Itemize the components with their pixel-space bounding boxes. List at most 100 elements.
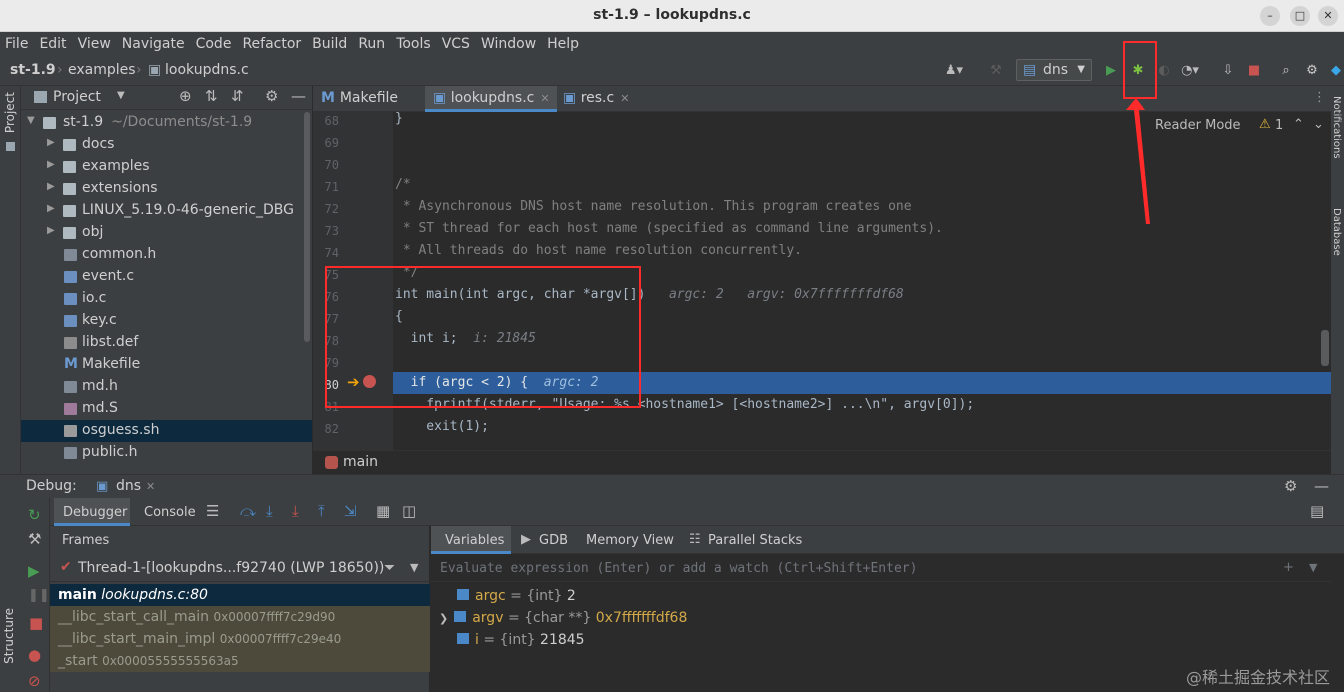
breadcrumb-file[interactable]: lookupdns.c (165, 62, 249, 78)
menu-refactor[interactable]: Refactor (242, 36, 301, 52)
tab-lookupdns-c[interactable]: ▣ lookupdns.c ✕ (425, 86, 557, 112)
tab-debugger[interactable]: Debugger (63, 505, 127, 520)
menu-code[interactable]: Code (196, 36, 232, 52)
search-icon[interactable]: ⌕ (1276, 61, 1296, 81)
tab-res-c[interactable]: ▣ res.c ✕ (563, 86, 643, 112)
code-line[interactable]: } (395, 108, 403, 130)
frame-row[interactable]: __libc_start_main_impl 0x00007ffff7c29e4… (50, 628, 430, 650)
layout-settings-icon[interactable]: ▤ (1310, 502, 1324, 520)
frame-row[interactable]: __libc_start_call_main 0x00007ffff7c29d9… (50, 606, 430, 628)
menu-vcs[interactable]: VCS (442, 36, 470, 52)
expand-all-icon[interactable]: ⇅ (205, 87, 218, 105)
evaluate-icon[interactable]: ▦ (376, 502, 390, 520)
breadcrumb-project[interactable]: st-1.9 (10, 62, 56, 78)
reader-mode-toggle[interactable]: Reader Mode (1155, 118, 1241, 133)
chevron-right-icon[interactable]: ❯ (439, 612, 448, 625)
tree-item-md-h[interactable]: md.h (21, 376, 312, 398)
thread-selector[interactable]: ✔ Thread-1-[lookupdns...f92740 (LWP 1865… (50, 556, 430, 582)
code-line[interactable]: * Asynchronous DNS host name resolution.… (395, 196, 912, 218)
menu-icon[interactable]: ☰ (206, 502, 219, 520)
step-into-icon[interactable]: ⤓ (266, 502, 273, 520)
menu-build[interactable]: Build (312, 36, 347, 52)
tree-item-event-c[interactable]: event.c (21, 266, 312, 288)
evaluate-expression-field[interactable]: Evaluate expression (Enter) or add a wat… (431, 556, 1331, 582)
notifications-tool-tab[interactable]: Notifications (1331, 96, 1342, 159)
profile-icon[interactable]: ◔▾ (1180, 61, 1200, 81)
tree-item-key-c[interactable]: key.c (21, 310, 312, 332)
chevron-down-icon[interactable]: ▼ (117, 90, 125, 101)
tree-item-makefile[interactable]: M Makefile (21, 354, 312, 376)
code-line[interactable]: * ST thread for each host name (specifie… (395, 218, 943, 240)
filter-icon[interactable]: ⏷ (384, 560, 395, 576)
menu-window[interactable]: Window (481, 36, 536, 52)
tree-item-common-h[interactable]: common.h (21, 244, 312, 266)
resume-icon[interactable]: ▶ (28, 562, 40, 580)
tab-gdb[interactable]: GDB (539, 533, 568, 548)
tree-item-public-h[interactable]: public.h (21, 442, 312, 464)
debug-session-tab[interactable]: dns (116, 478, 141, 494)
rerun-icon[interactable]: ↻ (28, 506, 41, 524)
tree-item-libst-def[interactable]: libst.def (21, 332, 312, 354)
stop-icon[interactable]: ■ (1244, 61, 1264, 81)
step-over-icon[interactable]: ⤼ (240, 502, 256, 520)
menu-run[interactable]: Run (358, 36, 385, 52)
code-line[interactable]: exit(1); (395, 416, 489, 438)
tree-root[interactable]: ▼ st-1.9 ~/Documents/st-1.9 (21, 112, 312, 134)
tab-console[interactable]: Console (144, 505, 196, 520)
tab-variables[interactable]: Variables (445, 533, 504, 548)
chevron-up-icon[interactable]: ⌃ (1293, 117, 1304, 132)
maximize-icon[interactable]: □ (1290, 6, 1310, 26)
variable-row[interactable]: argc = {int} 2 (439, 585, 576, 607)
editor-scrollbar[interactable] (1321, 330, 1329, 366)
tree-item-linux-dbg[interactable]: ▶ LINUX_5.19.0-46-generic_DBG (21, 200, 312, 222)
tree-item-examples[interactable]: ▶ examples (21, 156, 312, 178)
menu-tools[interactable]: Tools (396, 36, 431, 52)
database-tool-tab[interactable]: Database (1331, 208, 1342, 256)
step-out-icon[interactable]: ⤒ (318, 502, 325, 520)
function-breadcrumb[interactable]: main (343, 454, 378, 470)
hide-panel-icon[interactable]: — (291, 87, 306, 105)
force-step-into-icon[interactable]: ⤓ (292, 502, 299, 520)
project-panel-title[interactable]: Project (53, 89, 101, 105)
user-icon[interactable]: ♟▾ (944, 61, 964, 81)
tree-item-osguess-sh[interactable]: osguess.sh (21, 420, 312, 442)
structure-tool-tab[interactable]: Structure (2, 608, 16, 664)
run-icon[interactable]: ▶ (1101, 61, 1121, 81)
hide-panel-icon[interactable]: — (1314, 477, 1329, 495)
layout-icon[interactable]: ◫ (402, 502, 416, 520)
chevron-down-icon[interactable]: ▼ (1309, 561, 1317, 574)
menu-view[interactable]: View (78, 36, 111, 52)
menu-edit[interactable]: Edit (39, 36, 66, 52)
variable-row[interactable]: ❯ argv = {char **} 0x7fffffffdf68 (439, 607, 687, 629)
menu-help[interactable]: Help (547, 36, 579, 52)
view-breakpoints-icon[interactable]: ● (28, 646, 41, 664)
settings-gear-icon[interactable]: ⚙ (265, 87, 278, 105)
tree-item-md-s[interactable]: md.S (21, 398, 312, 420)
close-tab-icon[interactable]: ✕ (620, 92, 629, 105)
menu-navigate[interactable]: Navigate (122, 36, 185, 52)
menu-file[interactable]: File (5, 36, 28, 52)
plugin-icon[interactable]: ◆ (1326, 61, 1344, 81)
close-icon[interactable]: ✕ (1318, 6, 1338, 26)
add-watch-icon[interactable]: + (1283, 560, 1294, 575)
locate-icon[interactable]: ⊕ (179, 87, 192, 105)
scrollbar[interactable] (304, 112, 310, 342)
project-tool-tab[interactable]: Project (3, 92, 17, 133)
run-coverage-icon[interactable]: ◐ (1154, 61, 1174, 81)
run-to-cursor-icon[interactable]: ⇲ (344, 502, 357, 520)
mute-breakpoints-icon[interactable]: ⊘ (28, 672, 41, 690)
close-icon[interactable]: ✕ (146, 480, 155, 493)
pause-icon[interactable]: ❚❚ (28, 588, 50, 603)
breadcrumb-folder[interactable]: examples (68, 62, 136, 78)
tree-item-obj[interactable]: ▶ obj (21, 222, 312, 244)
stop-icon[interactable]: ■ (29, 614, 43, 632)
more-tabs-icon[interactable]: ⋮ (1313, 90, 1326, 105)
tree-item-io-c[interactable]: io.c (21, 288, 312, 310)
code-line[interactable]: /* (395, 174, 411, 196)
frame-row[interactable]: main lookupdns.c:80 (50, 584, 430, 606)
tree-item-docs[interactable]: ▶ docs (21, 134, 312, 156)
settings-gear-icon[interactable]: ⚙ (1284, 477, 1297, 495)
code-line[interactable]: * All threads do host name resolution co… (395, 240, 802, 262)
chevron-down-icon[interactable]: ▼ (410, 561, 418, 574)
wrench-icon[interactable]: ⚒ (28, 530, 41, 548)
